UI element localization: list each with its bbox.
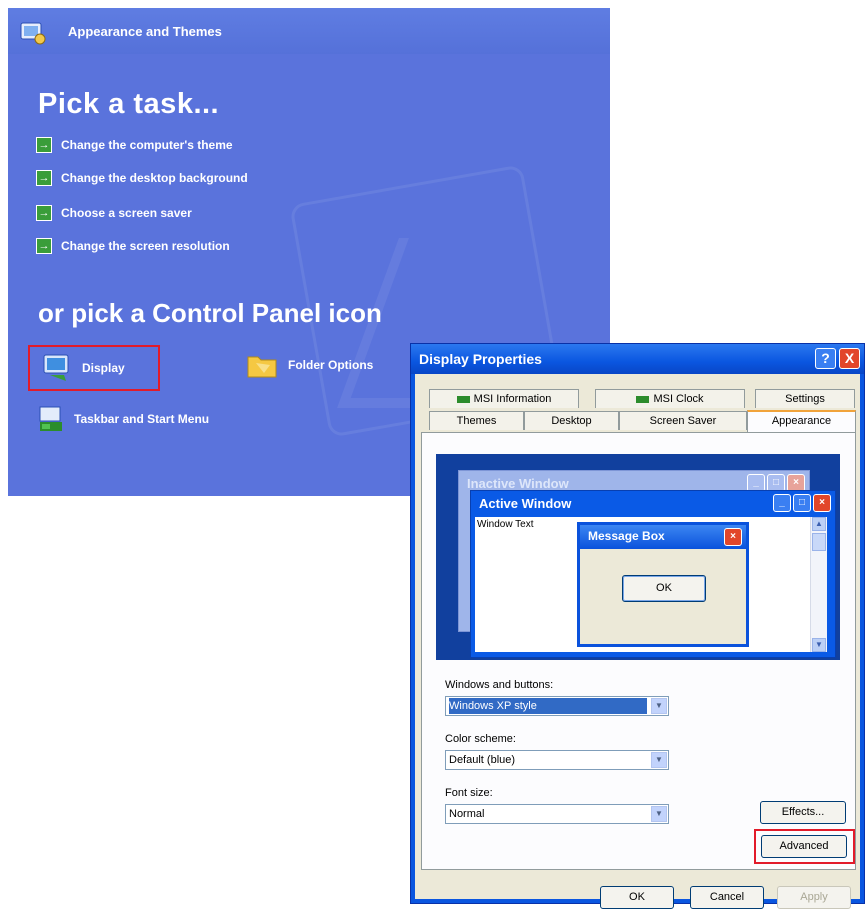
scroll-down-icon: ▼ xyxy=(812,638,826,652)
green-arrow-icon: → xyxy=(36,137,52,153)
windows-buttons-label: Windows and buttons: xyxy=(445,679,554,691)
scroll-thumb xyxy=(812,533,826,551)
folder-icon xyxy=(247,356,277,378)
apply-button[interactable]: Apply xyxy=(777,886,851,909)
taskbar-icon-item[interactable]: Taskbar and Start Menu xyxy=(38,405,209,433)
close-icon: × xyxy=(813,494,831,512)
maximize-icon: □ xyxy=(793,494,811,512)
advanced-button[interactable]: Advanced xyxy=(761,835,847,858)
tab-settings[interactable]: Settings xyxy=(755,389,855,408)
chevron-down-icon[interactable]: ▼ xyxy=(651,698,667,714)
graphics-card-icon xyxy=(636,395,650,403)
windows-buttons-value: Windows XP style xyxy=(449,698,647,714)
task-change-background[interactable]: → Change the desktop background xyxy=(36,169,248,187)
message-box-ok-button: OK xyxy=(622,575,706,602)
tab-label: Appearance xyxy=(771,415,832,427)
tab-msi-clock[interactable]: MSI Clock xyxy=(595,389,745,408)
close-button[interactable]: X xyxy=(839,348,860,369)
tab-label: Themes xyxy=(456,415,497,427)
task-label: Change the screen resolution xyxy=(61,239,230,253)
tab-label: MSI Clock xyxy=(653,393,704,405)
font-size-select[interactable]: Normal ▼ xyxy=(445,804,669,824)
appearance-themes-icon xyxy=(20,22,46,45)
appearance-preview[interactable]: Inactive Window _ □ × Active Window _ □ … xyxy=(436,454,840,660)
folder-options-icon-item[interactable]: Folder Options xyxy=(246,351,373,379)
pick-icon-heading: or pick a Control Panel icon xyxy=(38,298,382,328)
help-button[interactable]: ? xyxy=(815,348,836,369)
active-window-buttons: _ □ × xyxy=(773,494,831,512)
green-arrow-icon: → xyxy=(36,170,52,186)
tab-desktop[interactable]: Desktop xyxy=(524,411,619,430)
task-change-theme[interactable]: → Change the computer's theme xyxy=(36,136,233,154)
dialog-titlebar[interactable]: Display Properties ? X xyxy=(411,344,864,374)
inactive-window-title: Inactive Window xyxy=(467,476,569,491)
windows-buttons-select[interactable]: Windows XP style ▼ xyxy=(445,696,669,716)
message-box-preview: Message Box × OK xyxy=(577,522,749,647)
active-window-title: Active Window xyxy=(479,496,572,511)
close-icon: × xyxy=(724,528,742,546)
tab-appearance[interactable]: Appearance xyxy=(747,410,856,432)
color-scheme-select[interactable]: Default (blue) ▼ xyxy=(445,750,669,770)
graphics-card-icon xyxy=(456,395,470,403)
task-label: Change the computer's theme xyxy=(61,138,233,152)
minimize-icon: _ xyxy=(773,494,791,512)
taskbar-icon xyxy=(39,406,62,431)
color-scheme-label: Color scheme: xyxy=(445,733,516,745)
category-title: Appearance and Themes xyxy=(68,24,222,39)
green-arrow-icon: → xyxy=(36,205,52,221)
message-box-title: Message Box xyxy=(588,529,665,543)
task-screen-resolution[interactable]: → Change the screen resolution xyxy=(36,237,230,255)
tab-label: Desktop xyxy=(551,415,592,427)
green-arrow-icon: → xyxy=(36,238,52,254)
tab-themes[interactable]: Themes xyxy=(429,411,524,430)
dialog-title: Display Properties xyxy=(419,351,542,367)
tab-screen-saver[interactable]: Screen Saver xyxy=(619,411,747,430)
cancel-button[interactable]: Cancel xyxy=(690,886,764,909)
dialog-body: MSI Information MSI Clock Settings Theme… xyxy=(415,374,860,909)
color-scheme-value: Default (blue) xyxy=(449,754,516,766)
tab-msi-information[interactable]: MSI Information xyxy=(429,389,579,408)
display-icon xyxy=(43,354,69,381)
folder-options-label: Folder Options xyxy=(288,358,374,372)
message-box-titlebar: Message Box × xyxy=(580,525,746,549)
task-label: Change the desktop background xyxy=(61,171,248,185)
active-window-preview: Active Window _ □ × Window Text ▲ ▼ Mess… xyxy=(470,490,836,658)
chevron-down-icon[interactable]: ▼ xyxy=(651,752,667,768)
taskbar-label: Taskbar and Start Menu xyxy=(74,412,210,426)
ok-button[interactable]: OK xyxy=(600,886,674,909)
scroll-up-icon: ▲ xyxy=(812,517,826,531)
chevron-down-icon[interactable]: ▼ xyxy=(651,806,667,822)
display-label: Display xyxy=(82,361,125,375)
category-header: Appearance and Themes xyxy=(8,8,610,54)
preview-scrollbar: ▲ ▼ xyxy=(810,517,827,652)
task-screen-saver[interactable]: → Choose a screen saver xyxy=(36,204,192,222)
display-icon-item[interactable]: Display xyxy=(28,345,160,391)
display-properties-dialog: Display Properties ? X MSI Information M… xyxy=(410,343,865,909)
window-text-sample: Window Text xyxy=(477,519,534,530)
task-label: Choose a screen saver xyxy=(61,206,192,220)
font-size-value: Normal xyxy=(449,808,485,820)
tab-label: Settings xyxy=(785,393,825,405)
font-size-label: Font size: xyxy=(445,787,493,799)
pick-task-heading: Pick a task... xyxy=(38,88,220,120)
tab-label: Screen Saver xyxy=(649,415,717,427)
tab-label: MSI Information xyxy=(473,393,552,405)
effects-button[interactable]: Effects... xyxy=(760,801,846,824)
